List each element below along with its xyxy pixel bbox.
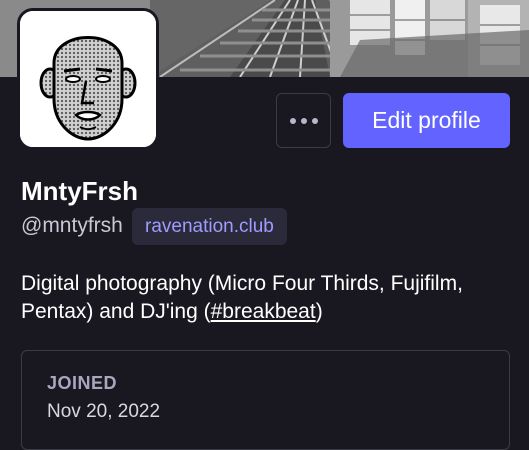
- edit-profile-label: Edit profile: [372, 107, 481, 133]
- joined-label: JOINED: [47, 373, 118, 393]
- username: @mntyfrsh: [21, 214, 123, 237]
- avatar[interactable]: [17, 8, 159, 150]
- profile-bio: Digital photography (Micro Four Thirds, …: [21, 270, 521, 326]
- avatar-face-illustration: [20, 11, 156, 147]
- more-options-button[interactable]: [276, 93, 331, 148]
- more-horizontal-icon: [289, 117, 318, 124]
- edit-profile-button[interactable]: Edit profile: [343, 93, 510, 148]
- hashtag-link[interactable]: #breakbeat: [211, 300, 316, 323]
- joined-date: Nov 20, 2022: [47, 401, 161, 422]
- display-name: MntyFrsh: [21, 176, 138, 206]
- domain-badge: ravenation.club: [132, 208, 287, 245]
- bio-end: ): [315, 300, 323, 323]
- joined-card: JOINED Nov 20, 2022: [21, 350, 510, 450]
